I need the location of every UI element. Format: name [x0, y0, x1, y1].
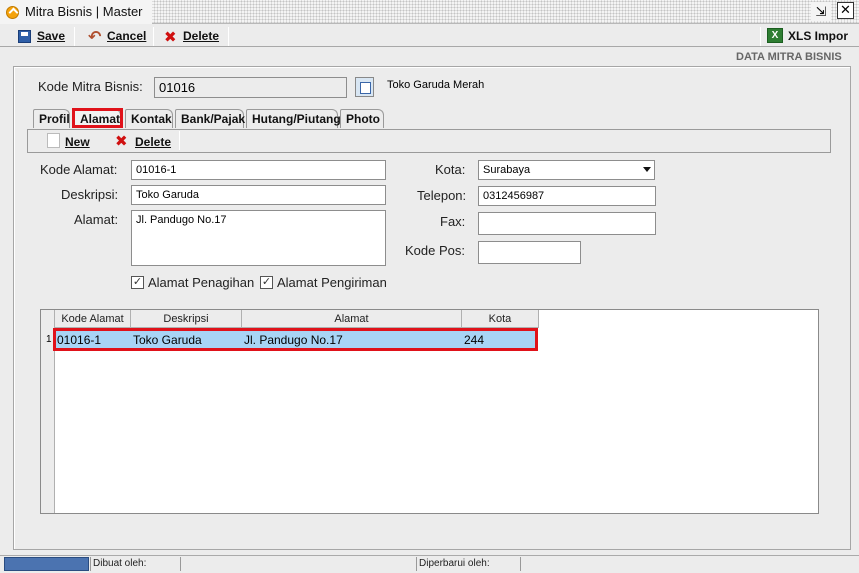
section-header: DATA MITRA BISNIS — [736, 51, 842, 63]
delete-button[interactable]: Delete — [183, 28, 219, 45]
row-number: 1 — [46, 334, 52, 345]
deskripsi-label: Deskripsi: — [61, 187, 119, 202]
status-divider — [180, 557, 181, 571]
column-header-deskripsi[interactable]: Deskripsi — [131, 310, 242, 328]
kota-value: Surabaya — [483, 164, 531, 176]
fax-label: Fax: — [440, 214, 466, 229]
tab-bank-pajak[interactable]: Bank/Pajak — [175, 109, 245, 128]
excel-icon: X — [767, 28, 783, 43]
floppy-icon — [18, 30, 31, 43]
alamat-penagihan-checkbox[interactable]: ✓ — [131, 276, 144, 289]
window-title: Mitra Bisnis | Master — [25, 4, 143, 19]
progress-indicator — [4, 557, 89, 571]
delete-address-label: Delete — [135, 135, 172, 149]
undo-arrow-icon: ↶ — [88, 29, 102, 46]
telepon-field[interactable]: 0312456987 — [478, 186, 656, 206]
red-x-icon: ✖ — [164, 29, 177, 46]
column-header-kota[interactable]: Kota — [462, 310, 539, 328]
delete-address-button[interactable]: Delete — [135, 134, 171, 151]
toolbar-separator — [760, 27, 761, 46]
kode-pos-label: Kode Pos: — [405, 243, 465, 258]
cancel-label: Cancel — [107, 29, 147, 43]
column-header-alamat[interactable]: Alamat — [242, 310, 462, 328]
updated-by-label: Diperbarui oleh: — [416, 557, 490, 571]
app-logo-icon — [6, 6, 19, 19]
lookup-icon[interactable] — [355, 77, 374, 97]
status-divider — [520, 557, 521, 571]
telepon-label: Telepon: — [417, 188, 467, 203]
restore-window-icon[interactable]: ⇲ — [811, 2, 831, 21]
toolbar-separator — [228, 27, 229, 46]
tab-kontak[interactable]: Kontak — [125, 109, 173, 128]
new-address-button[interactable]: New — [65, 134, 90, 151]
tab-photo[interactable]: Photo — [340, 109, 384, 128]
kode-pos-field[interactable] — [478, 241, 581, 264]
kota-label: Kota: — [435, 162, 466, 177]
alamat-penagihan-label: Alamat Penagihan — [148, 275, 255, 290]
red-x-icon: ✖ — [115, 133, 128, 150]
chevron-down-icon[interactable] — [643, 167, 651, 172]
alamat-label: Alamat: — [74, 212, 119, 227]
kode-alamat-label: Kode Alamat: — [40, 162, 118, 177]
alamat-textarea[interactable]: Jl. Pandugo No.17 — [131, 210, 386, 266]
save-button[interactable]: Save — [37, 28, 65, 45]
close-window-icon[interactable]: ✕ — [837, 2, 854, 19]
column-header-kode-alamat[interactable]: Kode Alamat — [55, 310, 131, 328]
fax-field[interactable] — [478, 212, 656, 235]
deskripsi-field[interactable]: Toko Garuda — [131, 185, 386, 205]
mitra-name: Toko Garuda Merah — [387, 79, 485, 91]
toolbar-separator — [179, 131, 180, 150]
blank-page-icon — [47, 133, 60, 148]
created-by-label: Dibuat oleh: — [90, 557, 146, 571]
alamat-pengiriman-label: Alamat Pengiriman — [277, 275, 387, 290]
selected-row-highlight — [53, 328, 538, 351]
kode-mitra-field[interactable]: 01016 — [154, 77, 347, 98]
xls-import-button[interactable]: XLS Impor — [788, 28, 848, 45]
alamat-pengiriman-checkbox[interactable]: ✓ — [260, 276, 273, 289]
active-tab-highlight — [72, 108, 123, 128]
delete-label: Delete — [183, 29, 220, 43]
toolbar-separator — [153, 27, 154, 46]
kode-mitra-label: Kode Mitra Bisnis: — [38, 79, 143, 94]
new-label: New — [65, 135, 90, 149]
kode-alamat-field[interactable]: 01016-1 — [131, 160, 386, 180]
save-label: Save — [37, 29, 66, 43]
tab-hutang-piutang[interactable]: Hutang/Piutang — [246, 109, 341, 128]
cancel-button[interactable]: Cancel — [107, 28, 146, 45]
tab-profil[interactable]: Profil — [33, 109, 70, 128]
toolbar-separator — [74, 27, 75, 46]
kota-select[interactable]: Surabaya — [478, 160, 655, 180]
